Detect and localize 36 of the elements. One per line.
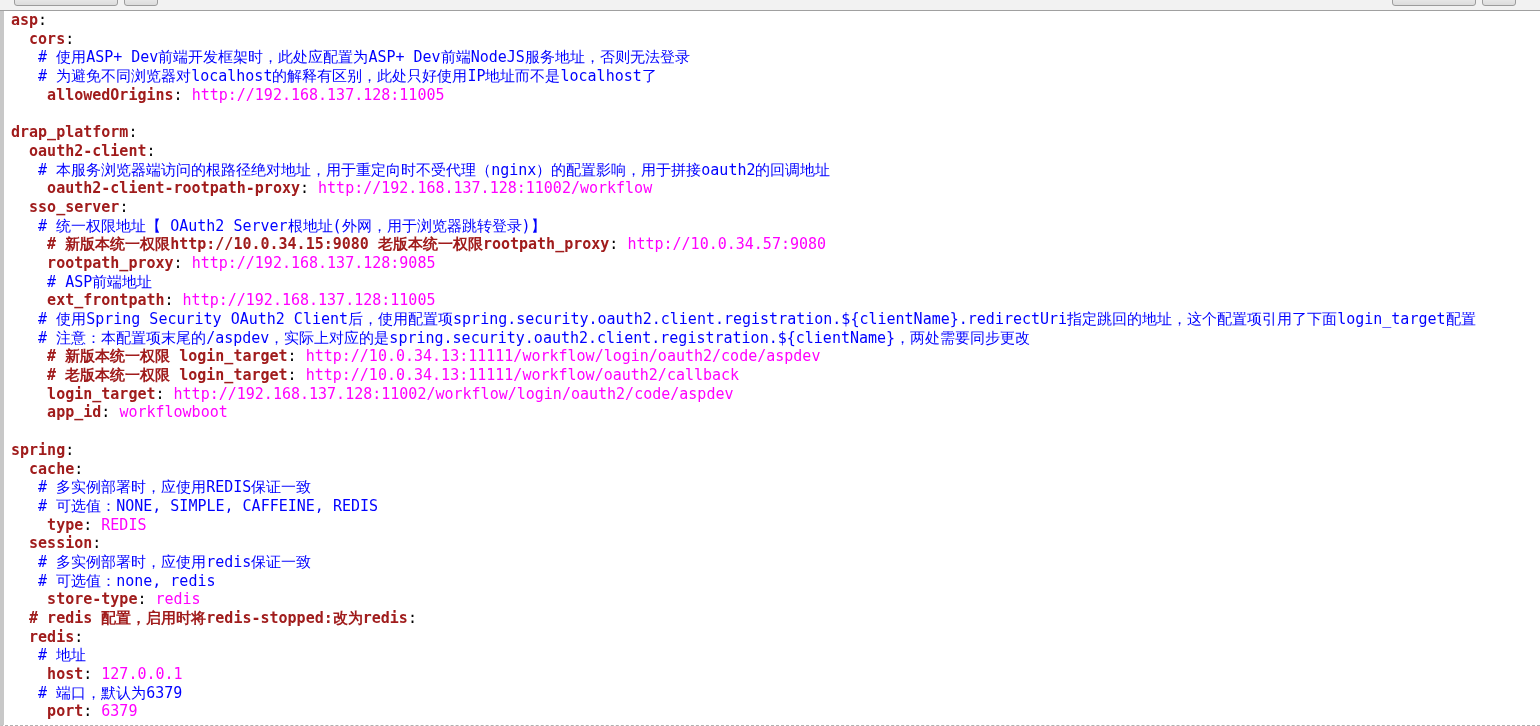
code-line: # 多实例部署时，应使用redis保证一致 (37, 552, 312, 572)
code-line: cache: (28, 459, 84, 479)
code-line: # 地址 (37, 646, 87, 666)
code-line: spring: (11, 440, 75, 460)
code-line: # 为避免不同浏览器对localhost的解释有区别，此处只好使用IP地址而不是localhost了 (37, 67, 657, 86)
code-line: # 端口，默认为6379 (37, 683, 183, 703)
code-line: login_target: http://192.168.137.128:11002/workflow/login/oauth2/code/aspdev (46, 384, 734, 404)
code-line: store-type: redis (46, 590, 201, 609)
code-line: asp: (11, 11, 48, 30)
code-line: # 新版本统一权限http://10.0.34.15:9080 老版本统一权限rootpath_proxy: http://10.0.34.57:9080 (46, 235, 827, 254)
code-line: # 多实例部署时，应使用REDIS保证一致 (37, 478, 312, 497)
code-line: # 本服务浏览器端访问的根路径绝对地址，用于重定向时不受代理（nginx）的配置影响，用于拼接oauth2的回调地址 (37, 160, 831, 180)
code-line: # 注意：本配置项末尾的/aspdev，实际上对应的是spring.security.oauth2.client.registration.${clientName}，两处需要同步更改 (37, 328, 1031, 348)
code-line: redis: (28, 627, 84, 647)
code-line: type: REDIS (46, 515, 147, 535)
code-line: drap_platform: (11, 123, 138, 142)
code-line: host: 127.0.0.1 (46, 665, 183, 684)
code-line: # 统一权限地址【 OAuth2 Server根地址(外网，用于浏览器跳转登录)】 (37, 216, 546, 236)
code-line: oauth2-client-rootpath-proxy: http://192.168.137.128:11002/workflow (46, 179, 653, 198)
code-line: # 使用Spring Security OAuth2 Client后，使用配置项spring.security.oauth2.client.registration.${clientName}.redirectUri指定跳回的地址，这个配置项引用了下面login_target配置 (37, 310, 1476, 329)
code-line: allowedOrigins: http://192.168.137.128:11005 (46, 85, 445, 105)
code-line: # 老版本统一权限 login_target: http://10.0.34.13:11111/workflow/oauth2/callback (46, 366, 740, 385)
code-line: ext_frontpath: http://192.168.137.128:11005 (46, 291, 436, 310)
code-line: # 可选值：NONE, SIMPLE, CAFFEINE, REDIS (37, 496, 379, 516)
code-line: oauth2-client: (28, 141, 156, 161)
code-line: # redis 配置，启用时将redis-stopped:改为redis: (28, 609, 417, 628)
code-line: port: 6379 (46, 702, 138, 722)
code-line: cors: (28, 29, 75, 49)
code-line: app_id: workflowboot (46, 403, 228, 423)
code-line: session: (28, 534, 102, 553)
code-line: # 可选值：none, redis (37, 571, 216, 591)
code-line: # 使用ASP+ Dev前端开发框架时，此处应配置为ASP+ Dev前端NodeJS服务地址，否则无法登录 (37, 48, 690, 68)
code-line: rootpath_proxy: http://192.168.137.128:9085 (46, 253, 436, 273)
code-line: # 新版本统一权限 login_target: http://10.0.34.13:11111/workflow/login/oauth2/code/aspdev (46, 347, 821, 367)
code-line: sso_server: (28, 197, 129, 217)
code-line: # ASP前端地址 (46, 272, 153, 292)
